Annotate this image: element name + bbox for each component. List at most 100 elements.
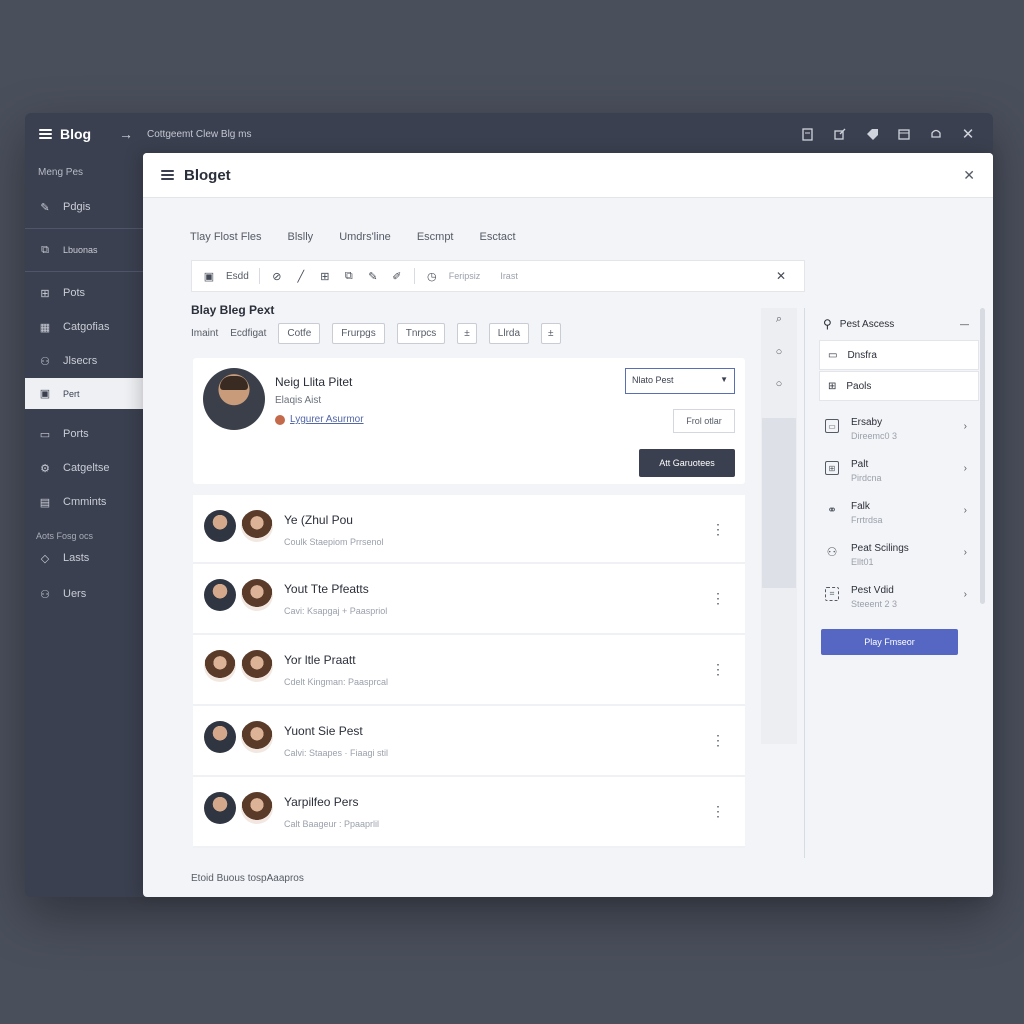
item-sub: Ellt01 [851, 557, 874, 567]
post-title: Ye (Zhul Pou [284, 513, 353, 527]
users-icon: ⚇ [40, 355, 50, 368]
edit-icon: ✎ [40, 201, 50, 214]
document-icon: ▭ [39, 428, 51, 441]
image-icon[interactable]: ⧉ [342, 269, 356, 283]
sidebar-item-label: Uers [63, 588, 87, 600]
sidebar-item-pdgis[interactable]: ✎ Pdgis [25, 190, 143, 224]
breadcrumb[interactable]: Cottgeemt Clew Blg ms [147, 129, 251, 140]
avatar [203, 368, 265, 430]
table-icon[interactable]: ⊞ [318, 269, 332, 283]
more-icon[interactable]: ⋮ [711, 661, 725, 678]
toolbar-label[interactable]: Esdd [226, 271, 249, 282]
publish-button[interactable]: Play Fmseor [821, 629, 958, 655]
post-list: Ye (Zhul Pou Coulk Staepiom Prrsenol ⋮ Y… [193, 495, 745, 848]
tag-icon: ◇ [40, 552, 50, 565]
tab-umdrsline[interactable]: Umdrs'line [339, 231, 391, 243]
more-icon[interactable]: ⋮ [711, 732, 725, 749]
sidebar-item-catgeltse[interactable]: ⚙ Catgeltse [25, 451, 143, 485]
more-icon[interactable]: ⋮ [711, 521, 725, 538]
menu-icon[interactable] [39, 129, 52, 139]
chevron-right-icon: › [963, 547, 967, 558]
toolbar-faint-1[interactable]: Feripsiz [449, 271, 481, 281]
scrollbar[interactable] [980, 308, 985, 604]
sidebar-item-cmmints[interactable]: ▤ Cmmints [25, 485, 143, 519]
settings-item[interactable]: ▭ Ersaby Direemc0 3 › [819, 409, 979, 451]
line-icon[interactable]: ╱ [294, 269, 308, 283]
close-icon[interactable]: ✕ [963, 167, 975, 184]
tab-esctact[interactable]: Esctact [480, 231, 516, 243]
scrollbar-thumb[interactable] [762, 418, 796, 588]
tab-blslly[interactable]: Blslly [288, 231, 314, 243]
pen-icon[interactable]: ✎ [366, 269, 380, 283]
arrow-right-icon[interactable]: → [119, 126, 147, 142]
edit-icon[interactable]: ▣ [202, 269, 216, 283]
post-title: Yor ltle Praatt [284, 653, 356, 667]
panel-title: Bloget [184, 166, 231, 184]
list-item[interactable]: Ye (Zhul Pou Coulk Staepiom Prrsenol ⋮ [193, 495, 745, 564]
sidebar-item-uers[interactable]: ⚇ Uers [25, 573, 143, 615]
tab-escmpt[interactable]: Escmpt [417, 231, 454, 243]
close-icon[interactable]: ✕ [961, 126, 975, 143]
sidebar-item-jlsecrs[interactable]: ⚇ Jlsecrs [25, 344, 143, 378]
list-item[interactable]: Yor ltle Praatt Cdelt Kingman: Paasprcal… [193, 635, 745, 706]
secondary-button[interactable]: Frol otlar [673, 409, 735, 433]
clock-icon[interactable]: ◷ [425, 269, 439, 283]
add-button[interactable]: Att Garuotees [639, 449, 735, 477]
chip[interactable]: ± [541, 323, 561, 344]
bell-icon[interactable] [929, 127, 943, 141]
document-icon: ▭ [825, 419, 839, 433]
sidebar-item-pots[interactable]: ⊞ Pots [25, 276, 143, 310]
right-panel-title: Pest Ascess [839, 318, 895, 330]
more-icon[interactable]: ⋮ [711, 590, 725, 607]
share-icon[interactable] [833, 127, 847, 141]
divider [25, 228, 143, 229]
tag-icon[interactable] [865, 127, 879, 141]
item-sub: Direemc0 3 [851, 431, 898, 441]
chip[interactable]: Llrda [488, 323, 530, 344]
settings-item[interactable]: ⚇ Peat Scilings Ellt01 › [819, 535, 979, 577]
settings-item[interactable]: ⌗ Pest Vdid Steeent 2 3 › [819, 577, 979, 619]
item-title: Falk [851, 501, 870, 512]
status-select[interactable]: Nlato Pest ▼ [625, 368, 735, 394]
topbar-tools: ✕ [801, 126, 975, 143]
settings-item[interactable]: ⚭ Falk Frrtrdsa › [819, 493, 979, 535]
brush-icon[interactable]: ✐ [390, 269, 404, 283]
tab-flost-fles[interactable]: Tlay Flost Fles [190, 231, 262, 243]
more-icon[interactable]: ⋮ [711, 803, 725, 820]
sidebar-item-lbuonas[interactable]: ⧉ Lbuonas [25, 233, 143, 267]
option-box[interactable]: ▭ Dnsfra [819, 340, 979, 370]
post-access-header[interactable]: ⚲ Pest Ascess — [819, 308, 979, 340]
close-icon[interactable]: ✕ [776, 269, 786, 283]
chip[interactable]: ± [457, 323, 477, 344]
sidebar-item-catgofias[interactable]: ▦ Catgofias [25, 310, 143, 344]
chip[interactable]: Cotfe [278, 323, 321, 344]
sidebar-header: Meng Pes [38, 167, 84, 178]
settings-icon: ⚙ [40, 462, 50, 475]
list-item[interactable]: Yarpilfeo Pers Calt Baageur : Ppaaprlil … [193, 777, 745, 848]
item-sub: Frrtrdsa [851, 515, 883, 525]
chevron-right-icon: › [963, 421, 967, 432]
sidebar-item-pert[interactable]: ▣ Pert [25, 378, 143, 409]
brand[interactable]: Blog [39, 126, 119, 142]
avatar [241, 650, 273, 682]
option-box[interactable]: ⊞ Paols [819, 371, 979, 401]
sidebar-item-lasts[interactable]: ◇ Lasts [25, 543, 143, 573]
sidebar-item-ports[interactable]: ▭ Ports [25, 417, 143, 451]
chip[interactable]: Tnrpcs [396, 323, 446, 344]
author-card: Neig Llita Pitet Elaqis Aist Lygurer Asu… [193, 358, 745, 484]
categories-icon: ▦ [39, 321, 51, 334]
document-icon[interactable] [801, 127, 815, 141]
author-link[interactable]: Lygurer Asurmor [275, 414, 364, 425]
toolbar-faint-2[interactable]: Irast [500, 271, 518, 281]
list-item[interactable]: Yout Tte Pfeatts Cavi: Ksapgaj + Paaspri… [193, 564, 745, 635]
link-icon[interactable]: ⊘ [270, 269, 284, 283]
list-item[interactable]: Yuont Sie Pest Calvi: Staapes · Fiaagi s… [193, 706, 745, 777]
calendar-icon[interactable] [897, 127, 911, 141]
chip[interactable]: Frurpgs [332, 323, 385, 344]
search-icon[interactable]: ⌕ [776, 313, 782, 326]
settings-item[interactable]: ⊞ Palt Pirdcna › [819, 451, 979, 493]
circle-icon[interactable]: ○ [776, 378, 783, 390]
users-icon: ⚇ [826, 545, 838, 559]
circle-icon[interactable]: ○ [776, 346, 783, 358]
menu-icon[interactable] [161, 170, 174, 180]
